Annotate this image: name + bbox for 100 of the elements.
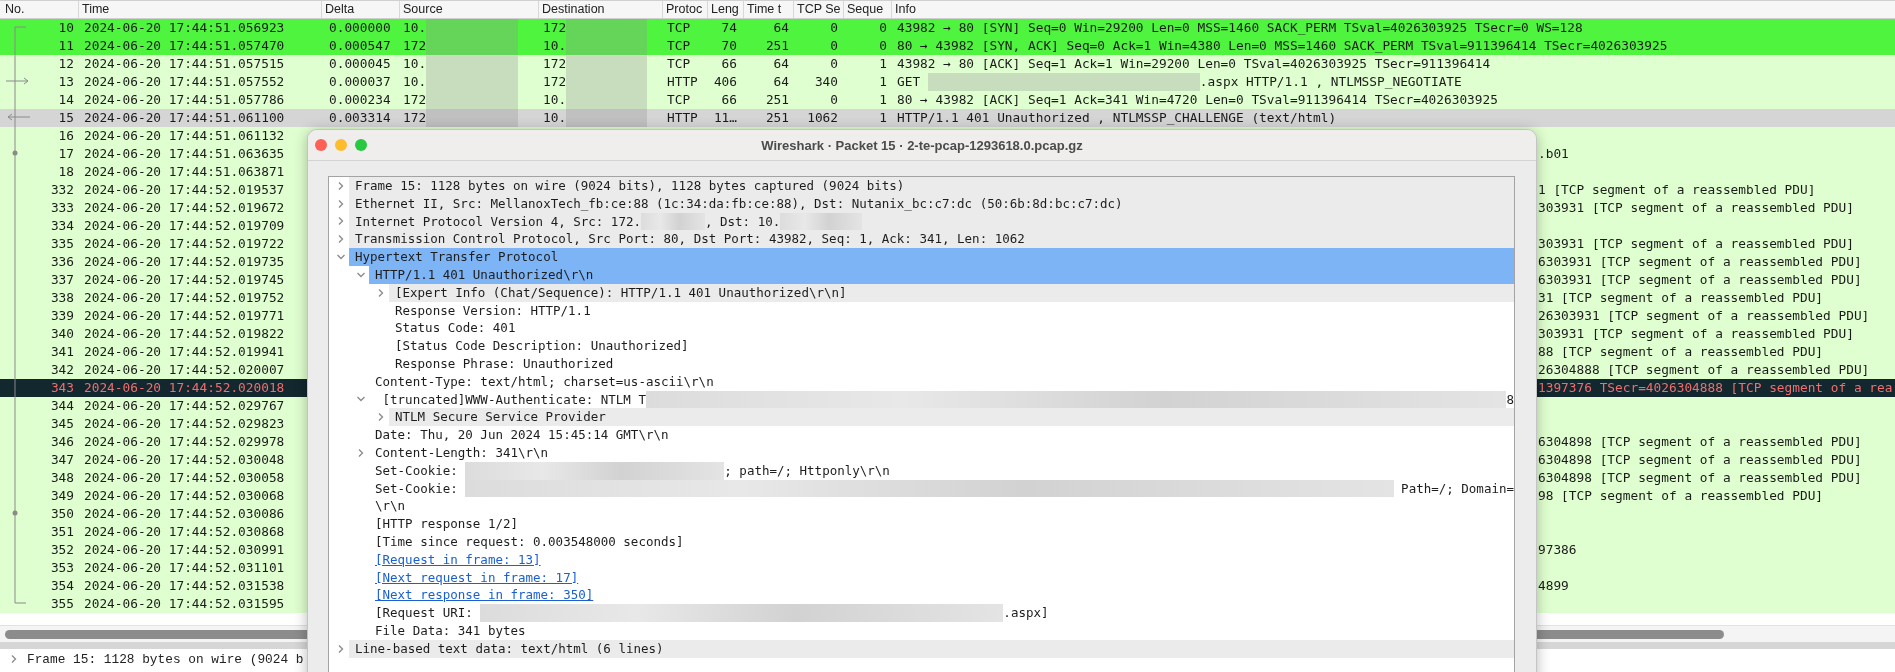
table-cell: 88 [TCP segment of a reassembled PDU] (1538, 343, 1824, 361)
table-cell: 12 (58, 55, 74, 73)
table-cell: 64 (773, 19, 789, 37)
tree-item[interactable]: [Time since request: 0.003548000 seconds] (369, 532, 1514, 551)
table-cell: 340 (50, 325, 74, 343)
table-cell: 10. (403, 55, 427, 73)
chevron-right-icon[interactable] (336, 198, 346, 209)
tree-item[interactable]: Frame 15: 1128 bytes on wire (9024 bits), 1128 bytes captured (9024 bits) (349, 177, 1514, 195)
table-cell: 15 (58, 109, 74, 127)
tree-item[interactable]: Hypertext Transfer Protocol (349, 248, 1514, 266)
column-header[interactable]: No. (0, 1, 78, 18)
table-cell: 346 (50, 433, 74, 451)
table-cell: 251 (765, 37, 789, 55)
maximize-button[interactable] (355, 139, 367, 151)
tree-item[interactable]: File Data: 341 bytes (369, 621, 1514, 640)
chevron-right-icon[interactable] (336, 643, 346, 654)
column-header[interactable]: Source (399, 1, 538, 18)
table-cell: 26304888 [TCP segment of a reassembled PDU] (1538, 361, 1870, 379)
minimize-button[interactable] (335, 139, 347, 151)
tree-item[interactable]: NTLM Secure Service Provider (389, 408, 1514, 427)
chevron-right-icon[interactable] (336, 234, 346, 245)
table-cell: 64 (773, 55, 789, 73)
packet-row[interactable]: 14 2024-06-20 17:44:51.057786 0.000234 172 10. TCP 66 251 0 1 80 → 43982 [ACK] Seq=1 Ack=341 Win=4720 Len=0 TSval=911396414 TSecr=4026303925 (0, 91, 1895, 109)
table-cell: 43982 → 80 [ACK] Seq=1 Ack=1 Win=29200 Len=0 TSval=4026303925 TSecr=911396414 (897, 55, 1491, 73)
column-header[interactable]: Delta (321, 1, 399, 18)
table-cell: 350 (50, 505, 74, 523)
table-cell: 1062 (807, 109, 838, 127)
column-header[interactable]: Info (891, 1, 1895, 18)
table-cell: 2024-06-20 17:44:52.030068 (84, 487, 285, 505)
chevron-right-icon[interactable] (336, 180, 346, 191)
packet-row[interactable]: 12 2024-06-20 17:44:51.057515 0.000045 10. 172 TCP 66 64 0 1 43982 → 80 [ACK] Seq=1 Ack=1 Win=29200 Len=0 TSval=4026303925 TSecr=911396414 (0, 55, 1895, 73)
table-cell: 2024-06-20 17:44:51.063871 (84, 163, 285, 181)
table-cell: 172 (403, 109, 427, 127)
table-cell: .b01 (1538, 145, 1569, 163)
table-cell: 2024-06-20 17:44:52.019941 (84, 343, 285, 361)
table-cell: 2024-06-20 17:44:52.029823 (84, 415, 285, 433)
tree-item[interactable]: \r\n (369, 497, 1514, 516)
table-cell: 2024-06-20 17:44:52.029767 (84, 397, 285, 415)
packet-row[interactable]: 10 2024-06-20 17:44:51.056923 0.000000 10. 172 TCP 74 64 0 0 43982 → 80 [SYN] Seq=0 Win=29200 Len=0 MSS=1460 SACK_PERM TSval=4026303925 TSecr=0 WS=128 (0, 19, 1895, 37)
table-cell: 10 (58, 19, 74, 37)
tree-item[interactable]: Status Code: 401 (389, 319, 1514, 338)
tree-item[interactable]: Content-Length: 341\r\n (369, 443, 1514, 462)
column-header[interactable]: Time (78, 1, 321, 18)
chevron-right-icon[interactable] (9, 654, 19, 664)
table-cell: 2024-06-20 17:44:52.019745 (84, 271, 285, 289)
table-cell: 2024-06-20 17:44:51.063635 (84, 145, 285, 163)
tree-item-text: Set-Cookie: (375, 479, 459, 498)
tree-item-text: Path=/; Domain= (1400, 479, 1514, 498)
column-header[interactable]: Time t (743, 1, 793, 18)
table-cell: 2024-06-20 17:44:52.019735 (84, 253, 285, 271)
tree-item[interactable]: Content-Type: text/html; charset=us-ascii\r\n (369, 372, 1514, 391)
table-cell: 337 (50, 271, 74, 289)
column-header[interactable]: Seque (843, 1, 891, 18)
table-cell: 340 (814, 73, 838, 91)
tree-item-text: [truncated]WWW-Authenticate: NTLM T (381, 390, 646, 409)
tree-item[interactable]: Response Phrase: Unauthorized (389, 354, 1514, 373)
tree-item[interactable]: Date: Thu, 20 Jun 2024 15:45:14 GMT\r\n (369, 426, 1514, 444)
chevron-right-icon[interactable] (376, 412, 386, 423)
close-button[interactable] (315, 139, 327, 151)
column-header[interactable]: TCP Se (793, 1, 843, 18)
link[interactable]: [Next response in frame: 350] (375, 586, 594, 605)
tree-item[interactable]: [Status Code Description: Unauthorized] (389, 337, 1514, 355)
packet-row[interactable]: 15 2024-06-20 17:44:51.061100 0.003314 172 10. HTTP 11… 251 1062 1 HTTP/1.1 401 Unauthorized , NTLMSSP_CHALLENGE (text/html) (0, 109, 1895, 127)
table-cell: 10. (543, 37, 567, 55)
column-header[interactable]: Protoc (662, 1, 707, 18)
chevron-right-icon[interactable] (336, 216, 346, 227)
tree-item[interactable]: Line-based text data: text/html (6 lines) (349, 639, 1514, 658)
link[interactable]: [Next request in frame: 17] (375, 568, 579, 587)
table-cell: 172 (543, 19, 567, 37)
tree-item[interactable]: Frame 15: 1128 bytes on wire (9024 b (27, 651, 304, 667)
chevron-right-icon[interactable] (356, 447, 366, 458)
column-header[interactable]: Leng (707, 1, 743, 18)
tree-item-text: 8 (1506, 390, 1514, 409)
table-cell: 2024-06-20 17:44:52.030048 (84, 451, 285, 469)
table-cell: 2024-06-20 17:44:52.019822 (84, 325, 285, 343)
table-cell: TCP (667, 55, 691, 73)
packet-row[interactable]: 13 2024-06-20 17:44:51.057552 0.000037 10. 172 HTTP 406 64 340 1 GET .aspx HTTP/1.1 , NTLMSSP_NEGOTIATE (0, 73, 1895, 91)
window-title: Wireshark · Packet 15 · 2-te-pcap-1293618.0.pcap.gz (761, 137, 1083, 153)
packet-row[interactable]: 11 2024-06-20 17:44:51.057470 0.000547 172 10. TCP 70 251 0 0 80 → 43982 [SYN, ACK] Seq=0 Ack=1 Win=4380 Len=0 MSS=1460 SACK_PERM TSval=911396414 TSecr=4026303925 (0, 37, 1895, 55)
link[interactable]: [Request in frame: 13] (375, 550, 541, 569)
table-cell-text: GET (897, 73, 922, 91)
table-cell: 97386 (1538, 541, 1577, 559)
table-cell: 347 (50, 451, 74, 469)
table-cell: 0 (830, 37, 838, 55)
table-cell: 2024-06-20 17:44:51.061132 (84, 127, 285, 145)
table-cell: 303931 [TCP segment of a reassembled PDU] (1538, 325, 1854, 343)
table-cell: 10. (543, 91, 567, 109)
table-cell: 6303931 [TCP segment of a reassembled PDU] (1538, 253, 1862, 271)
table-cell: 355 (50, 595, 74, 613)
tree-item[interactable]: [HTTP response 1/2] (369, 515, 1514, 533)
chevron-right-icon[interactable] (376, 287, 386, 298)
table-cell: 348 (50, 469, 74, 487)
table-cell: 17 (58, 145, 74, 163)
table-cell: 2024-06-20 17:44:52.019752 (84, 289, 285, 307)
tree-item[interactable]: Transmission Control Protocol, Src Port: 80, Dst Port: 43982, Seq: 1, Ack: 341, Len: 1062 (349, 230, 1514, 249)
tree-item[interactable]: Response Version: HTTP/1.1 (389, 301, 1514, 320)
table-cell: 0.003314 (329, 109, 391, 127)
table-cell: 31 [TCP segment of a reassembled PDU] (1538, 289, 1824, 307)
column-header[interactable]: Destination (538, 1, 662, 18)
table-cell: 10. (403, 19, 427, 37)
